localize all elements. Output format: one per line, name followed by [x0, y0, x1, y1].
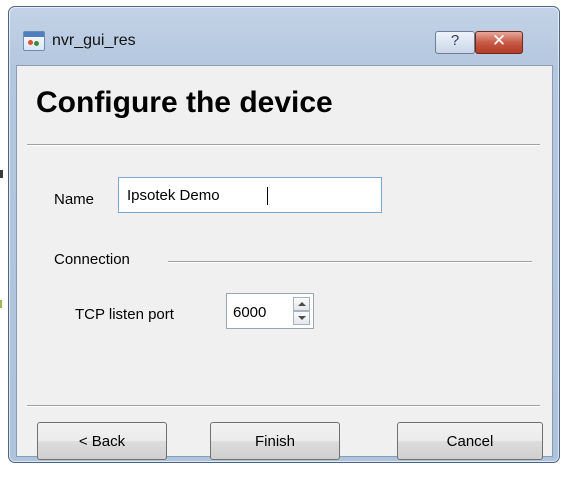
- spin-down-arrow-icon[interactable]: [293, 311, 310, 325]
- tcp-port-spinbox[interactable]: 6000: [226, 293, 314, 329]
- help-button[interactable]: ?: [435, 31, 475, 54]
- app-icon: [23, 31, 45, 51]
- back-button[interactable]: < Back: [37, 422, 167, 460]
- close-icon: ✕: [491, 31, 507, 51]
- finish-button[interactable]: Finish: [210, 422, 340, 460]
- cancel-button[interactable]: Cancel: [397, 422, 543, 460]
- window-title: nvr_gui_res: [52, 32, 136, 49]
- title-bar[interactable]: nvr_gui_res ? ✕: [9, 7, 559, 65]
- header-divider: [27, 144, 540, 146]
- tcp-port-value[interactable]: 6000: [233, 304, 266, 321]
- text-caret: [267, 187, 268, 205]
- tcp-port-label: TCP listen port: [75, 306, 174, 323]
- background-edge-mark: [0, 170, 3, 178]
- wizard-dialog: nvr_gui_res ? ✕ Configure the device Nam…: [8, 6, 560, 463]
- connection-group-label: Connection: [54, 251, 130, 268]
- page-title: Configure the device: [36, 86, 333, 119]
- background-edge-mark: [0, 300, 2, 308]
- name-input[interactable]: [118, 177, 382, 213]
- connection-group-divider: [168, 261, 532, 263]
- footer-divider: [27, 405, 540, 407]
- close-button[interactable]: ✕: [475, 31, 523, 54]
- help-icon: ?: [450, 32, 460, 49]
- name-label: Name: [54, 191, 95, 208]
- wizard-page: Configure the device Name Connection TCP…: [16, 65, 553, 460]
- spin-up-arrow-icon[interactable]: [293, 297, 310, 311]
